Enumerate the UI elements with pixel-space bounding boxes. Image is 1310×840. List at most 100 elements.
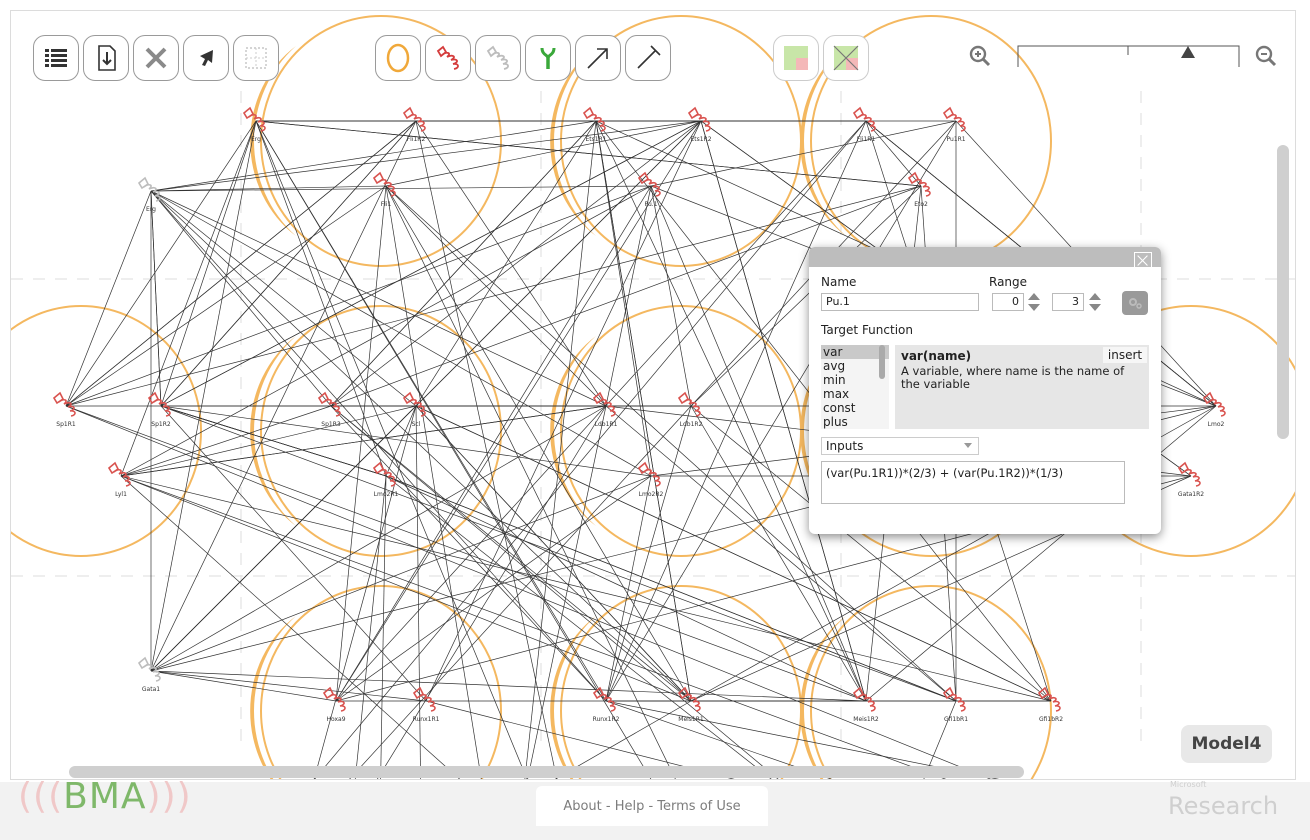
function-item-plus[interactable]: plus — [821, 415, 889, 429]
function-item-const[interactable]: const — [821, 401, 889, 415]
relationship-edge[interactable] — [150, 120, 417, 672]
add-variable-button[interactable] — [425, 35, 471, 81]
variable-icon — [1177, 461, 1201, 487]
area-select-button[interactable] — [233, 35, 279, 81]
relationship-edge[interactable] — [150, 120, 597, 192]
cell-container-membrane — [800, 616, 846, 779]
relationship-edge[interactable] — [120, 120, 257, 477]
zoom-slider[interactable] — [1017, 45, 1241, 67]
relationship-edge[interactable] — [120, 405, 417, 477]
grid-off-button[interactable] — [823, 35, 869, 81]
variable-node[interactable]: Lyl1 — [107, 461, 131, 498]
relationship-edge[interactable] — [385, 120, 702, 187]
relationship-edge[interactable] — [120, 475, 692, 702]
add-constant-button[interactable] — [475, 35, 521, 81]
relationship-edge[interactable] — [605, 405, 692, 702]
relationship-edge[interactable] — [865, 120, 922, 187]
relationship-edge[interactable] — [415, 120, 597, 407]
cell-container[interactable] — [11, 305, 202, 557]
range-max-field[interactable]: 3 — [1052, 293, 1084, 311]
variable-node[interactable]: Gata1R2 — [1177, 461, 1204, 498]
research-label: Research — [1168, 792, 1279, 820]
relationship-edge[interactable] — [330, 120, 597, 407]
relationship-edge[interactable] — [255, 120, 922, 187]
vertical-scrollbar[interactable] — [1277, 145, 1289, 439]
variable-node[interactable]: Sp1R1 — [52, 391, 76, 428]
relationship-edge[interactable] — [376, 405, 607, 780]
relationship-edge[interactable] — [425, 120, 702, 702]
function-item-max[interactable]: max — [821, 387, 889, 401]
relationship-edge[interactable] — [65, 185, 652, 407]
add-container-button[interactable] — [375, 35, 421, 81]
relationship-edge[interactable] — [605, 185, 652, 407]
variable-node[interactable]: Sp1R3 — [317, 391, 341, 428]
close-icon[interactable] — [1134, 252, 1152, 270]
grid-toggle-button[interactable] — [773, 35, 819, 81]
variable-node[interactable]: Pu1R1 — [942, 106, 966, 143]
variable-node[interactable]: Hoxa9 — [322, 686, 346, 723]
relationship-edge[interactable] — [150, 475, 652, 672]
relationship-edge[interactable] — [650, 185, 692, 407]
range-max-spinner-icon[interactable] — [1088, 292, 1102, 312]
variable-node[interactable]: Fli1 — [372, 171, 396, 208]
cell-container[interactable] — [560, 585, 802, 780]
export-button[interactable] — [83, 35, 129, 81]
zoom-in-icon[interactable] — [969, 45, 991, 67]
name-field[interactable]: Pu.1 — [821, 293, 979, 311]
dialog-header[interactable] — [809, 247, 1161, 267]
variable-node[interactable]: Fli1R2 — [402, 106, 426, 143]
variable-node[interactable]: Lmo2 — [1202, 391, 1226, 428]
relationship-edge[interactable] — [160, 120, 417, 407]
range-min-spinner-icon[interactable] — [1027, 292, 1041, 312]
variable-node-label: Eto2 — [914, 201, 928, 208]
relationship-edge[interactable] — [335, 120, 867, 702]
relationship-edge[interactable] — [150, 670, 867, 702]
add-receptor-button[interactable] — [525, 35, 571, 81]
settings-button[interactable] — [1122, 291, 1148, 315]
horizontal-scrollbar[interactable] — [69, 766, 1024, 778]
relationship-edge[interactable] — [385, 405, 417, 477]
function-description-text: A variable, where name is the name of th… — [901, 364, 1125, 391]
function-list-scrollbar[interactable] — [879, 345, 885, 379]
relationship-edge[interactable] — [150, 190, 692, 702]
add-activator-button[interactable] — [575, 35, 621, 81]
variable-node[interactable]: Runx1R2 — [593, 686, 620, 723]
zoom-slider-thumb[interactable] — [1181, 46, 1195, 58]
function-description: var(name) insert A variable, where name … — [895, 345, 1149, 429]
relationship-edge[interactable] — [150, 670, 337, 702]
model-list-button[interactable] — [33, 35, 79, 81]
cell-container[interactable] — [810, 585, 1052, 780]
range-min-field[interactable]: 0 — [992, 293, 1024, 311]
select-tool-button[interactable] — [183, 35, 229, 81]
variable-node[interactable]: Gata1 — [137, 656, 161, 693]
variable-node-label: Lyl1 — [115, 491, 127, 498]
insert-button[interactable]: insert — [1103, 347, 1147, 363]
relationship-edge[interactable] — [120, 185, 652, 477]
variable-node-label: Runx1R2 — [593, 716, 620, 723]
variable-node-label: Sp1R1 — [56, 421, 76, 428]
relationship-edge[interactable] — [65, 185, 387, 407]
variable-node[interactable]: Ldb1R1 — [592, 391, 618, 428]
microsoft-research-logo: Microsoft Research — [1168, 780, 1298, 840]
inhibitor-arrow-icon — [637, 45, 661, 69]
relationship-edge[interactable] — [65, 405, 867, 702]
relationship-edge[interactable] — [150, 670, 427, 702]
relationship-edge[interactable] — [65, 190, 152, 407]
relationship-edge[interactable] — [255, 120, 652, 780]
inputs-dropdown[interactable]: Inputs — [821, 437, 979, 455]
variable-node[interactable]: Fli1R1 — [852, 106, 876, 143]
zoom-out-icon[interactable] — [1255, 45, 1277, 67]
bma-logo: (((BMA))) — [18, 776, 192, 817]
target-function-editor[interactable]: (var(Pu.1R1))*(2/3) + (var(Pu.1R2))*(1/3… — [821, 461, 1125, 504]
footer-links[interactable]: About - Help - Terms of Use — [536, 786, 768, 826]
variable-node[interactable]: Lmo2R2 — [637, 461, 664, 498]
relationship-edge[interactable] — [160, 405, 427, 702]
model-name-badge[interactable]: Model4 — [1181, 725, 1272, 763]
relationship-edge[interactable] — [65, 185, 922, 407]
add-inhibitor-button[interactable] — [625, 35, 671, 81]
receptor-icon — [540, 47, 556, 69]
variable-node[interactable]: Eto2 — [907, 171, 931, 208]
delete-button[interactable] — [133, 35, 179, 81]
relationship-edge[interactable] — [385, 475, 774, 780]
relationship-edge[interactable] — [150, 190, 607, 407]
